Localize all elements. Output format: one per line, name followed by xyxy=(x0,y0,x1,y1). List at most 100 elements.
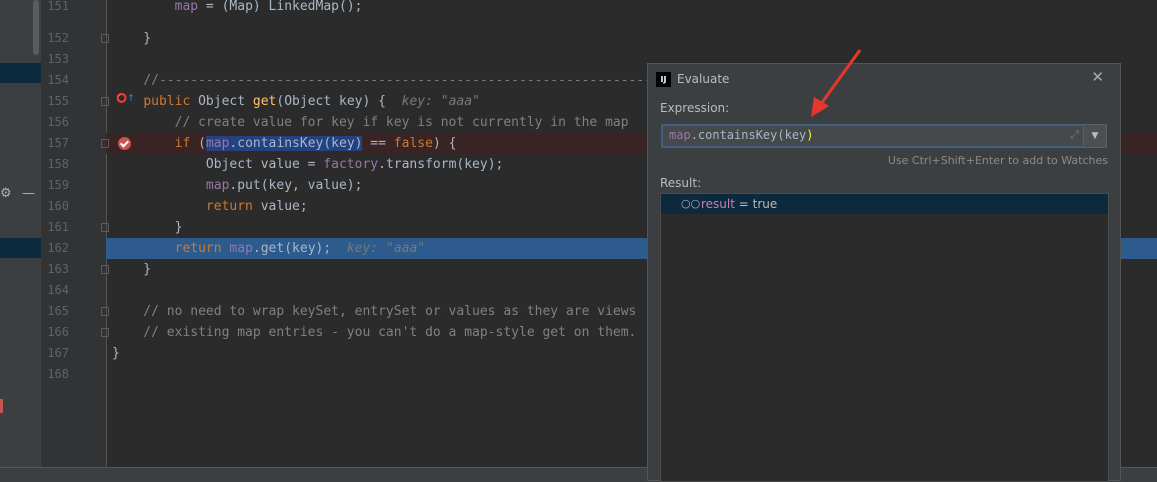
code-token: // existing map entries - you can't do a… xyxy=(112,325,637,340)
code-text: // create value for key if key is not cu… xyxy=(112,112,629,133)
gear-icon[interactable]: ⚙ xyxy=(0,186,12,201)
chevron-down-icon: ▼ xyxy=(1091,131,1099,141)
code-token: } xyxy=(112,220,183,235)
line-number: 153 xyxy=(47,52,69,66)
code-token: Object value = xyxy=(112,157,324,172)
code-text: } xyxy=(112,217,183,238)
line-number: 155 xyxy=(47,94,69,108)
code-line[interactable]: map = (Map) LinkedMap(); xyxy=(106,0,1157,17)
line-number: 151 xyxy=(47,0,69,13)
expand-icon[interactable]: ⤢ xyxy=(1070,128,1079,142)
evaluate-dialog: IJ Evaluate ✕ Expression: map.containsKe… xyxy=(647,63,1121,482)
code-token: value; xyxy=(252,199,308,214)
tree-selection-2[interactable] xyxy=(0,238,41,258)
result-text: result = true xyxy=(701,197,778,211)
code-token: key: "aaa" xyxy=(346,241,426,256)
code-text: } xyxy=(112,343,120,364)
gutter-row[interactable]: 163 xyxy=(41,259,109,280)
watch-hint: Use Ctrl+Shift+Enter to add to Watches xyxy=(887,154,1108,167)
intellij-logo-icon: IJ xyxy=(656,71,671,87)
code-text: map = (Map) LinkedMap(); xyxy=(112,0,363,17)
dialog-title: Evaluate xyxy=(677,72,730,86)
expression-value[interactable]: map.containsKey(key) xyxy=(669,128,814,142)
dialog-title-bar: IJ Evaluate xyxy=(656,70,729,88)
gutter-row[interactable]: 154 xyxy=(41,70,106,91)
gutter-row[interactable]: 156 xyxy=(41,112,106,133)
line-number: 154 xyxy=(47,73,69,87)
line-number: 159 xyxy=(47,178,69,192)
code-token: (Object key) { xyxy=(276,94,402,109)
tree-selection[interactable] xyxy=(0,63,41,83)
minimize-icon[interactable]: — xyxy=(22,186,35,201)
code-text: if (map.containsKey(key) == false) { xyxy=(112,133,456,154)
code-text: return value; xyxy=(112,196,308,217)
gutter-row[interactable]: 155 ⭕↑ xyxy=(41,91,134,112)
gutter-row[interactable]: 158 xyxy=(41,154,106,175)
code-line[interactable]: } xyxy=(106,28,1157,49)
code-token: ( xyxy=(190,136,206,151)
gutter-row[interactable]: 165 xyxy=(41,301,109,322)
line-number: 164 xyxy=(47,283,69,297)
code-token: public xyxy=(143,94,191,109)
line-number: 152 xyxy=(47,31,69,45)
line-number: 165 xyxy=(47,304,69,318)
result-row[interactable]: ○○ result = true xyxy=(661,194,1108,214)
history-dropdown-button[interactable]: ▼ xyxy=(1083,124,1107,148)
gutter-row[interactable]: 159 xyxy=(41,175,106,196)
code-token: map xyxy=(174,0,199,14)
code-text: //--------------------------------------… xyxy=(112,70,715,91)
code-token: } xyxy=(112,262,152,277)
code-token: get xyxy=(252,94,277,109)
gutter-row[interactable]: 157 xyxy=(41,133,131,154)
code-text: map.put(key, value); xyxy=(112,175,363,196)
code-token: Object xyxy=(190,94,253,109)
gutter-row[interactable]: 167 xyxy=(41,343,106,364)
gutter-row[interactable]: 161 xyxy=(41,217,109,238)
gutter-row[interactable]: 168 xyxy=(41,364,106,385)
gutter-row[interactable]: 151 xyxy=(41,0,106,17)
code-token: .containsKey(key) xyxy=(229,136,363,151)
gutter-row[interactable]: 162 xyxy=(41,238,106,259)
scrollbar-thumb[interactable] xyxy=(33,0,39,55)
gutter-row[interactable]: 152 xyxy=(41,28,109,49)
code-text: return map.get(key); key: "aaa" xyxy=(112,238,425,259)
code-text: // existing map entries - you can't do a… xyxy=(112,322,636,343)
code-text: } xyxy=(112,28,151,49)
line-number: 156 xyxy=(47,115,69,129)
code-token: // no need to wrap keySet, entrySet or v… xyxy=(112,304,637,319)
gutter-row[interactable]: 160 xyxy=(41,196,106,217)
code-token: == xyxy=(362,136,394,151)
code-token: .get(key); xyxy=(252,241,347,256)
line-number: 158 xyxy=(47,157,69,171)
code-text: public Object get(Object key) { key: "aa… xyxy=(112,91,480,112)
result-label: Result: xyxy=(660,176,702,190)
code-text: Object value = factory.transform(key); xyxy=(112,154,503,175)
code-token: map xyxy=(229,241,253,256)
close-icon[interactable]: ✕ xyxy=(1091,68,1104,86)
code-token: } xyxy=(112,346,120,361)
code-token: false xyxy=(393,136,433,151)
gutter-row[interactable]: 166 xyxy=(41,322,109,343)
expression-input[interactable]: map.containsKey(key) ⤢ xyxy=(661,124,1091,148)
line-number: 161 xyxy=(47,220,69,234)
code-token: } xyxy=(112,31,152,46)
result-tree[interactable]: ○○ result = true xyxy=(660,193,1109,482)
gutter-row[interactable]: 153 xyxy=(41,49,106,70)
code-token: //--------------------------------------… xyxy=(112,73,715,88)
glasses-icon: ○○ xyxy=(681,197,701,210)
code-token: return xyxy=(205,199,253,214)
expression-label: Expression: xyxy=(660,101,730,115)
code-token: map xyxy=(205,178,230,193)
line-number: 157 xyxy=(47,136,69,150)
line-number: 168 xyxy=(47,367,69,381)
code-token: return xyxy=(174,241,222,256)
line-number: 167 xyxy=(47,346,69,360)
project-tool-window: ⚙ — xyxy=(0,0,41,481)
gutter-row[interactable]: 164 xyxy=(41,280,106,301)
line-number: 160 xyxy=(47,199,69,213)
